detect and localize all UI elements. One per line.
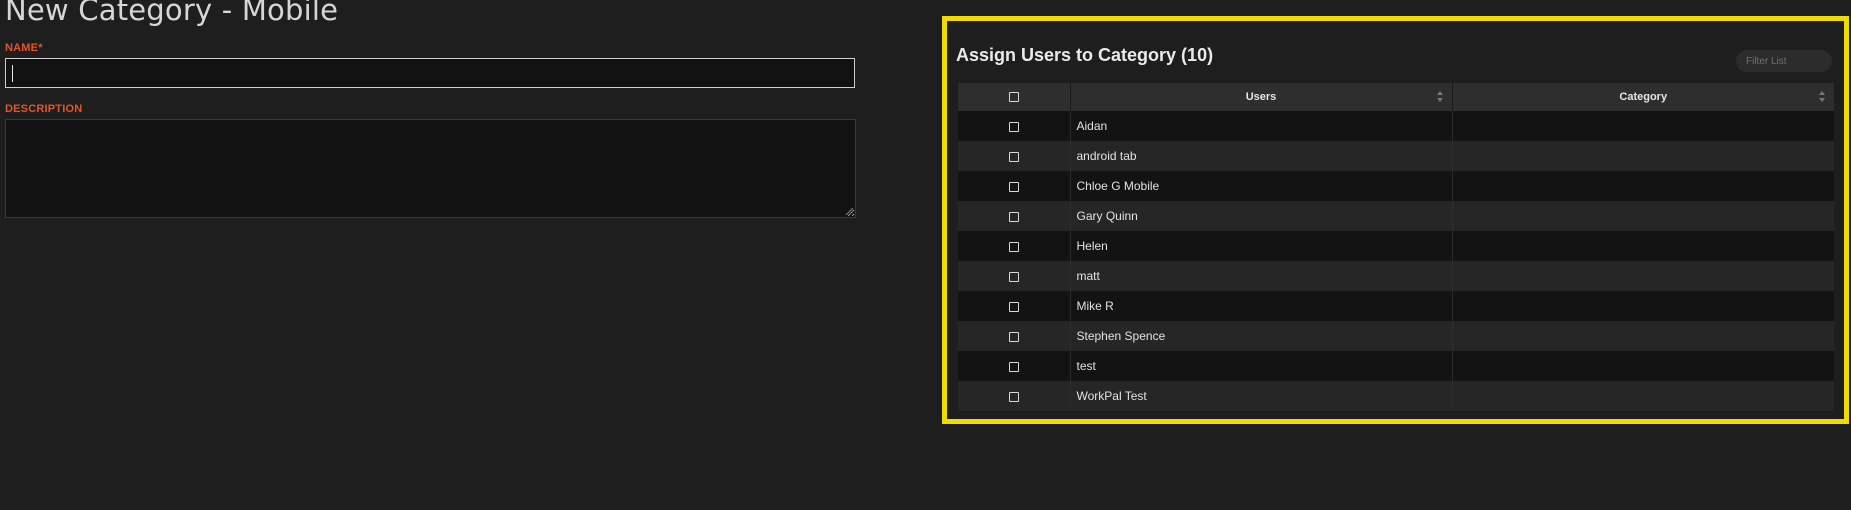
row-checkbox[interactable] [1008,361,1019,372]
table-row[interactable]: Stephen Spence [958,321,1834,351]
row-checkbox[interactable] [1008,181,1019,192]
row-checkbox[interactable] [1008,391,1019,402]
row-checkbox[interactable] [1008,271,1019,282]
select-all-header [958,83,1071,111]
table-row[interactable]: Chloe G Mobile [958,171,1834,201]
user-name-cell: Mike R [1070,291,1453,321]
category-cell [1452,291,1834,321]
panel-title: Assign Users to Category (10) [956,45,1214,65]
name-field[interactable] [5,58,855,88]
row-checkbox-cell [958,201,1071,231]
category-cell [1452,201,1834,231]
user-name-cell: Aidan [1070,111,1453,141]
user-name-cell: android tab [1070,141,1453,171]
category-cell [1452,261,1834,291]
users-table: Users Category Aidan android tab Chloe G… [958,83,1834,411]
category-cell [1452,141,1834,171]
category-cell [1452,381,1834,411]
text-caret [12,65,13,82]
table-row[interactable]: matt [958,261,1834,291]
user-name-cell: test [1070,351,1453,381]
table-row[interactable]: android tab [958,141,1834,171]
table-row[interactable]: Helen [958,231,1834,261]
category-column-label: Category [1619,91,1668,103]
row-checkbox[interactable] [1008,301,1019,312]
row-checkbox[interactable] [1008,151,1019,162]
row-checkbox-cell [958,111,1071,141]
user-name-cell: matt [1070,261,1453,291]
table-row[interactable]: Aidan [958,111,1834,141]
row-checkbox[interactable] [1008,241,1019,252]
category-cell [1452,171,1834,201]
row-checkbox[interactable] [1008,331,1019,342]
users-column-label: Users [1245,91,1277,103]
row-checkbox-cell [958,171,1071,201]
row-checkbox-cell [958,231,1071,261]
row-checkbox-cell [958,291,1071,321]
user-name-cell: Helen [1070,231,1453,261]
table-row[interactable]: test [958,351,1834,381]
user-name-cell: Gary Quinn [1070,201,1453,231]
category-column-header[interactable]: Category [1452,83,1834,111]
user-name-cell: Stephen Spence [1070,321,1453,351]
category-cell [1452,351,1834,381]
name-label: NAME* [5,42,43,54]
users-column-header[interactable]: Users [1070,83,1453,111]
row-checkbox-cell [958,351,1071,381]
table-row[interactable]: Gary Quinn [958,201,1834,231]
table-header-row: Users Category [958,83,1834,111]
category-cell [1452,231,1834,261]
table-row[interactable]: WorkPal Test [958,381,1834,411]
resize-grip-icon[interactable] [845,207,853,215]
row-checkbox[interactable] [1008,121,1019,132]
row-checkbox-cell [958,261,1071,291]
description-field[interactable] [5,119,856,218]
row-checkbox-cell [958,321,1071,351]
assign-users-panel: Assign Users to Category (10) Users Cate… [942,16,1849,424]
row-checkbox[interactable] [1008,211,1019,222]
row-checkbox-cell [958,381,1071,411]
user-name-cell: Chloe G Mobile [1070,171,1453,201]
sort-icon[interactable] [1819,91,1826,103]
page-title: New Category - Mobile [5,0,339,27]
row-checkbox-cell [958,141,1071,171]
description-label: DESCRIPTION [5,103,83,115]
filter-list-input[interactable] [1736,50,1832,72]
table-row[interactable]: Mike R [958,291,1834,321]
sort-icon[interactable] [1436,91,1444,103]
category-cell [1452,321,1834,351]
select-all-checkbox[interactable] [1008,92,1019,103]
category-cell [1452,111,1834,141]
user-name-cell: WorkPal Test [1070,381,1453,411]
